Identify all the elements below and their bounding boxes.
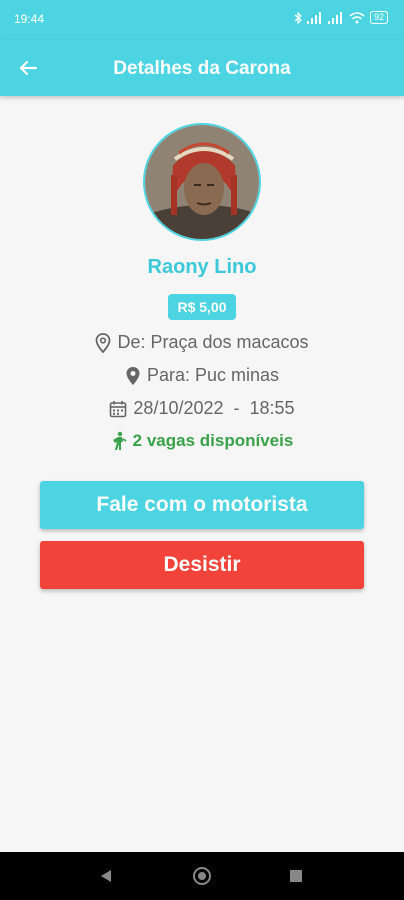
nav-recents-button[interactable] xyxy=(286,866,306,886)
app-bar: Detalhes da Carona xyxy=(0,40,404,96)
destination-row: Para: Puc minas xyxy=(0,365,404,386)
signal-icon xyxy=(306,11,321,24)
calendar-icon xyxy=(110,400,127,417)
origin-row: De: Praça dos macacos xyxy=(0,332,404,353)
map-pin-outline-icon xyxy=(96,332,111,353)
seats-row: 2 vagas disponíveis xyxy=(0,431,404,451)
driver-name: Raony Lino xyxy=(147,256,257,278)
person-walking-icon xyxy=(112,431,127,450)
contact-driver-button[interactable]: Fale com o motorista xyxy=(40,481,364,529)
date-time-separator: - xyxy=(233,398,240,418)
avatar-image xyxy=(145,125,259,239)
datetime-row: 28/10/2022 - 18:55 xyxy=(0,398,404,419)
bluetooth-icon xyxy=(294,11,302,24)
origin-text: De: Praça dos macacos xyxy=(117,332,309,352)
seats-text: 2 vagas disponíveis xyxy=(132,431,294,450)
time-text: 18:55 xyxy=(249,398,295,418)
circle-home-icon xyxy=(193,867,211,885)
status-time: 19:44 xyxy=(14,12,45,26)
page-title: Detalhes da Carona xyxy=(113,58,291,79)
triangle-back-icon xyxy=(101,870,111,882)
destination-text: Para: Puc minas xyxy=(146,365,280,385)
cancel-ride-button[interactable]: Desistir xyxy=(40,541,364,589)
driver-avatar xyxy=(143,123,261,241)
wifi-icon xyxy=(349,11,365,23)
nav-home-button[interactable] xyxy=(192,866,212,886)
battery-level: 92 xyxy=(373,12,384,22)
signal-icon-2 xyxy=(327,11,342,24)
price-badge: R$ 5,00 xyxy=(168,294,236,320)
system-nav-bar xyxy=(0,852,404,900)
status-bar: 19:44 92 xyxy=(0,0,404,40)
nav-back-button[interactable] xyxy=(96,866,116,886)
status-icons: 92 xyxy=(294,11,388,24)
battery-icon: 92 xyxy=(369,11,388,24)
map-pin-filled-icon xyxy=(126,366,140,385)
date-text: 28/10/2022 xyxy=(133,398,224,418)
square-recents-icon xyxy=(290,870,302,882)
